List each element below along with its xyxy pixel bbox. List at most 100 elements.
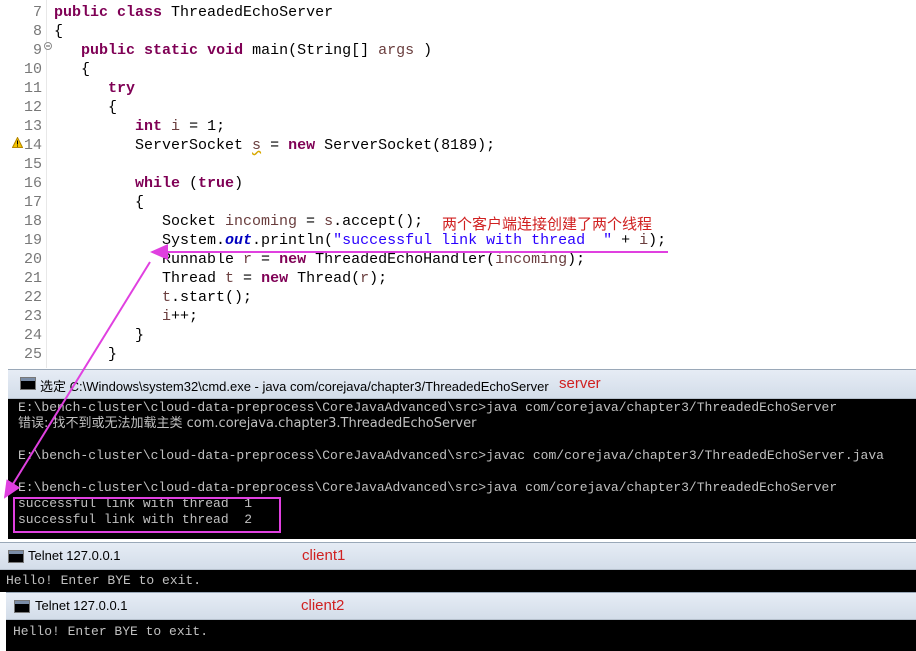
client2-label: client2 (301, 597, 345, 614)
line-number: 22 (23, 289, 42, 306)
code-token: new (261, 270, 289, 287)
code-text: { (54, 98, 117, 117)
code-token: public (81, 42, 136, 59)
code-token: incoming (225, 213, 298, 230)
line-number: 15 (23, 156, 42, 173)
code-token: } (54, 327, 145, 344)
code-token: ServerSocket (54, 137, 253, 154)
client2-telnet-window[interactable]: Telnet 127.0.0.1 client2 Hello! Enter BY… (6, 592, 916, 651)
code-token: t (225, 270, 235, 287)
code-text: Thread t = new Thread(r); (54, 269, 387, 288)
code-token: out (225, 232, 253, 249)
line-number: 12 (23, 99, 42, 116)
code-text: i++; (54, 307, 198, 326)
code-token: i (162, 308, 172, 325)
line-number: 21 (23, 270, 42, 287)
code-token: ) (234, 175, 244, 192)
code-token: ThreadedEchoHandler( (306, 251, 496, 268)
code-text: { (54, 193, 144, 212)
code-text: { (54, 60, 90, 79)
line-number: 11 (23, 80, 42, 97)
code-token: ServerSocket(8189); (315, 137, 496, 154)
code-token: = (261, 137, 289, 154)
output-highlight-box (13, 497, 281, 533)
code-token: t (162, 289, 172, 306)
line-number: 24 (23, 327, 42, 344)
code-token: int (135, 118, 163, 135)
client2-title-bar[interactable]: Telnet 127.0.0.1 client2 (6, 592, 916, 620)
client2-console-output[interactable]: Hello! Enter BYE to exit. (6, 620, 916, 651)
code-text: try (54, 79, 135, 98)
cmd-icon (20, 377, 36, 390)
code-token: r (360, 270, 370, 287)
line-number: 7 (32, 4, 42, 21)
code-text: Runnable r = new ThreadedEchoHandler(inc… (54, 250, 585, 269)
code-editor[interactable]: 7 public class ThreadedEchoServer 8 {9 publ… (0, 0, 916, 368)
fold-collapse-icon[interactable] (44, 42, 52, 50)
client1-title-bar[interactable]: Telnet 127.0.0.1 client1 (0, 542, 916, 570)
console-line: Hello! Enter BYE to exit. (6, 573, 202, 588)
line-number: 16 (23, 175, 42, 192)
code-text: int i = 1; (54, 117, 225, 136)
code-token: new (279, 251, 307, 268)
code-token: while (135, 175, 181, 192)
console-line: E:\bench-cluster\cloud-data-preprocess\C… (18, 480, 838, 495)
line-number: 23 (23, 308, 42, 325)
code-token: r (243, 251, 253, 268)
code-token: main(String[] (243, 42, 379, 59)
line-number: 25 (23, 346, 42, 363)
cmd-icon (14, 600, 30, 613)
line-number: 17 (23, 194, 42, 211)
server-title-bar[interactable]: 选定 C:\Windows\system32\cmd.exe - java co… (8, 369, 916, 399)
code-token: Thread (54, 270, 226, 287)
code-token: new (288, 137, 316, 154)
code-token: ); (648, 232, 667, 249)
cmd-icon (8, 550, 24, 563)
line-number: 18 (23, 213, 42, 230)
client1-label: client1 (302, 547, 346, 564)
code-token: { (54, 61, 91, 78)
line-number: 20 (23, 251, 42, 268)
code-token: incoming (495, 251, 568, 268)
code-text: { (54, 22, 63, 41)
line-number: 14 (23, 137, 42, 154)
console-line: Hello! Enter BYE to exit. (13, 624, 209, 639)
code-token: ( (180, 175, 199, 192)
console-line: E:\bench-cluster\cloud-data-preprocess\C… (18, 400, 838, 415)
code-token: Thread( (288, 270, 361, 287)
server-window-title: 选定 C:\Windows\system32\cmd.exe - java co… (40, 379, 549, 394)
code-token: s (324, 213, 334, 230)
console-line: E:\bench-cluster\cloud-data-preprocess\C… (18, 448, 884, 463)
code-text: ServerSocket s = new ServerSocket(8189); (54, 136, 495, 155)
code-token: public (54, 4, 109, 21)
code-token: ThreadedEchoServer (162, 4, 334, 21)
code-token: args (378, 42, 415, 59)
code-token: Socket (54, 213, 226, 230)
code-text: } (54, 326, 144, 345)
line-number: 10 (23, 61, 42, 78)
line-number: 19 (23, 232, 42, 249)
code-text: public class ThreadedEchoServer (54, 3, 333, 22)
client2-window-title: Telnet 127.0.0.1 (35, 598, 128, 613)
client1-window-title: Telnet 127.0.0.1 (28, 548, 121, 563)
code-token: Runnable (54, 251, 244, 268)
client1-console-output[interactable]: Hello! Enter BYE to exit. (0, 570, 916, 592)
code-text: public static void main(String[] args ) (54, 41, 432, 60)
client1-telnet-window[interactable]: Telnet 127.0.0.1 client1 Hello! Enter BY… (0, 542, 916, 592)
code-token: .accept(); (333, 213, 424, 230)
code-token: i (171, 118, 181, 135)
code-token: class (117, 4, 163, 21)
code-token: s (252, 137, 262, 154)
code-token: { (54, 194, 145, 211)
code-token: ) (414, 42, 433, 59)
code-token: = (252, 251, 280, 268)
code-token: ); (369, 270, 388, 287)
console-line: 错误: 找不到或无法加载主类 com.corejava.chapter3.Thr… (18, 416, 477, 431)
